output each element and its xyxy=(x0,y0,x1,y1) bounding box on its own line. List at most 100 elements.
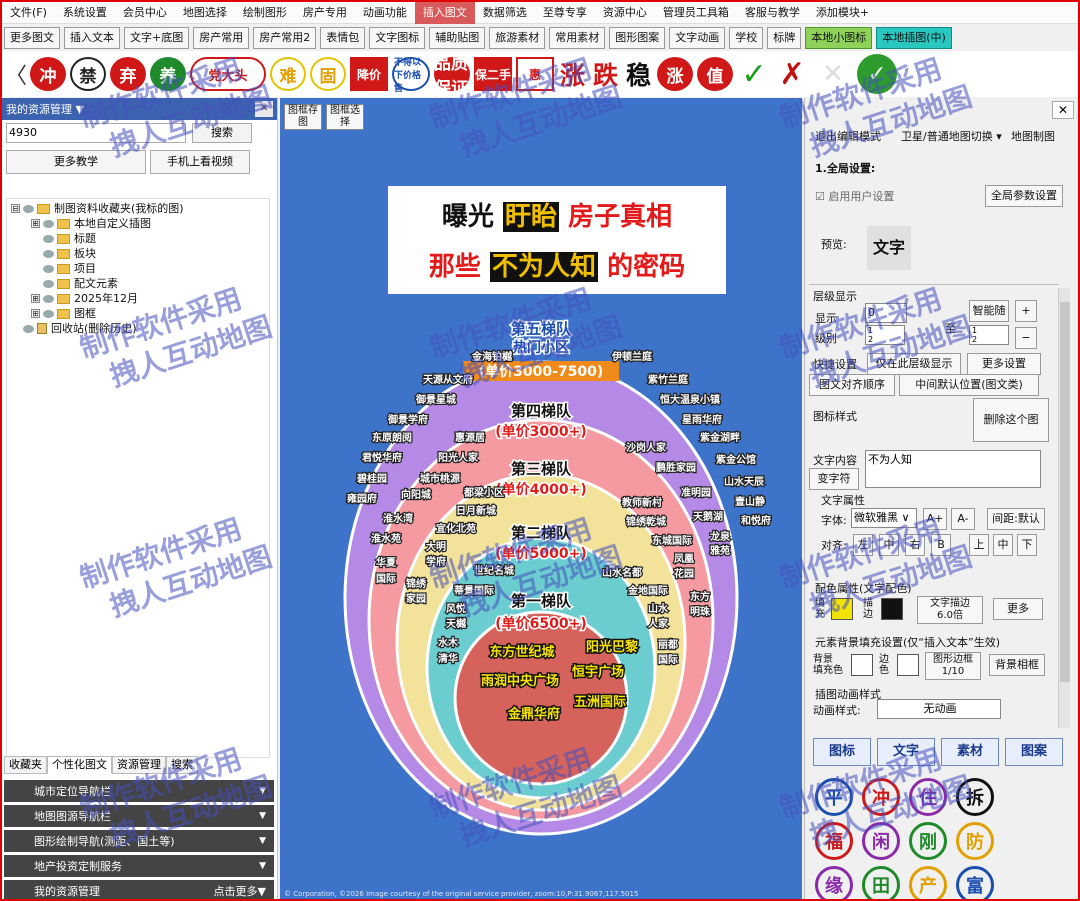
map-draw-link[interactable]: 地图制图 xyxy=(1011,128,1055,144)
community-label[interactable]: 大明 xyxy=(425,539,448,555)
community-label[interactable]: 御景学府 xyxy=(386,412,430,428)
nav-section[interactable]: 地图图源导航栏 ▼ xyxy=(4,805,274,827)
menu-item[interactable]: 插入图文 xyxy=(414,2,475,24)
insert-tab[interactable]: 标牌 xyxy=(767,27,802,49)
back-arrow-icon[interactable]: 〈 xyxy=(2,58,30,90)
visibility-eye-icon[interactable] xyxy=(43,264,54,273)
enable-user-settings-checkbox[interactable]: ☑ 启用用户设置 xyxy=(815,188,894,204)
tree-node[interactable]: 标题 xyxy=(11,231,265,246)
community-label[interactable]: 东城国际 xyxy=(651,533,694,549)
community-label[interactable]: 紫金公馆 xyxy=(715,452,758,468)
library-tab[interactable]: 图标 xyxy=(813,738,871,766)
insert-tab[interactable]: 插入文本 xyxy=(64,27,120,49)
align-left-button[interactable]: 左 xyxy=(853,534,873,556)
stamp-icon[interactable]: 值 xyxy=(697,57,734,91)
anim-select[interactable]: 无动画 xyxy=(877,699,1001,719)
core-community-label[interactable]: 雨润中央广场 xyxy=(479,672,560,691)
more-settings-button[interactable]: 更多设置 xyxy=(967,353,1041,375)
community-label[interactable]: 国际 xyxy=(375,572,398,587)
core-community-label[interactable]: 阳光巴黎 xyxy=(584,638,639,657)
stamp-icon[interactable]: 平 xyxy=(815,778,853,816)
community-label[interactable]: 金地国际 xyxy=(626,583,670,599)
level-to-spinner[interactable]: 1 2 xyxy=(969,325,1009,345)
core-community-label[interactable]: 五洲国际 xyxy=(572,694,627,712)
tree-node[interactable]: ⊞ 2025年12月 xyxy=(11,291,265,306)
insert-tab[interactable]: 旅游素材 xyxy=(489,27,546,49)
stamp-icon[interactable]: 稳 xyxy=(624,57,653,91)
smart-follow-button[interactable]: 智能随 xyxy=(969,300,1009,322)
community-label[interactable]: 准明园 xyxy=(680,485,713,501)
library-tab[interactable]: 图案 xyxy=(1005,738,1063,766)
community-label[interactable]: 东原朗阅 xyxy=(371,430,414,446)
stamp-icon[interactable]: 惠 xyxy=(516,57,554,91)
align-right-button[interactable]: 右 xyxy=(905,534,925,556)
level-from-input[interactable]: 0 xyxy=(865,303,907,323)
community-label[interactable]: 城市桃源 xyxy=(419,471,462,487)
align-order-button[interactable]: 图文对齐顺序 xyxy=(809,374,895,396)
stamp-icon[interactable]: 富 xyxy=(956,866,994,899)
community-label[interactable]: 锦绣 xyxy=(405,576,429,592)
search-button[interactable]: 搜索 xyxy=(192,123,252,143)
community-label[interactable]: 学府 xyxy=(425,554,448,570)
tree-node[interactable]: 配文元素 xyxy=(11,276,265,291)
community-label[interactable]: 风悦 xyxy=(445,601,468,617)
stamp-icon[interactable]: 固 xyxy=(310,57,346,91)
close-icon[interactable]: ✕ xyxy=(1052,101,1074,119)
insert-tab[interactable]: 文字图标 xyxy=(369,27,426,49)
stamp-icon[interactable]: 禁 xyxy=(70,57,106,91)
more-colors-button[interactable]: 更多 xyxy=(993,598,1043,620)
spacing-button[interactable]: 间距:默认 xyxy=(987,508,1045,530)
stamp-icon[interactable]: 品质保证 xyxy=(434,54,470,99)
stamp-icon[interactable]: 养 xyxy=(150,57,186,91)
expand-toggle-icon[interactable]: ⊞ xyxy=(31,309,40,318)
chevron-down-icon[interactable]: ▼ xyxy=(259,861,266,871)
community-label[interactable]: 雅苑 xyxy=(709,543,732,559)
community-label[interactable]: 壹山静 xyxy=(734,494,767,510)
visibility-eye-icon[interactable] xyxy=(23,204,34,213)
community-label[interactable]: 山水名都 xyxy=(601,565,644,581)
menu-item[interactable]: 系统设置 xyxy=(55,2,115,24)
more-tutorial-button[interactable]: 更多教学 xyxy=(6,150,146,174)
community-label[interactable]: 日月新城 xyxy=(455,503,498,519)
menu-item[interactable]: 地图选择 xyxy=(175,2,235,24)
stamp-icon[interactable]: 田 xyxy=(862,866,900,899)
stamp-icon[interactable]: 产 xyxy=(909,866,947,899)
stamp-icon[interactable]: 缘 xyxy=(815,866,853,899)
mobile-video-button[interactable]: 手机上看视频 xyxy=(150,150,250,174)
chevron-down-icon[interactable]: ▼ xyxy=(259,836,266,846)
stamp-icon[interactable]: 涨 xyxy=(558,57,587,91)
left-panel-tab[interactable]: 个性化图文 xyxy=(47,756,112,774)
shape-border-button[interactable]: 图形边框 1/10 xyxy=(925,652,981,680)
community-label[interactable]: 教师新村 xyxy=(620,495,664,511)
visibility-eye-icon[interactable] xyxy=(43,279,54,288)
community-label[interactable]: 伊顿兰庭 xyxy=(610,349,654,365)
community-label[interactable]: 水木 xyxy=(436,635,461,651)
community-label[interactable]: 紫竹兰庭 xyxy=(647,372,690,388)
visibility-eye-icon[interactable] xyxy=(43,294,54,303)
level-from-spinner[interactable]: 1 2 xyxy=(865,325,905,345)
visibility-eye-icon[interactable] xyxy=(43,309,54,318)
core-community-label[interactable]: 东方世纪城 xyxy=(488,643,556,662)
community-label[interactable]: 和悦府 xyxy=(739,513,773,529)
insert-tab[interactable]: 文字+底图 xyxy=(124,27,190,49)
menu-item[interactable]: 动画功能 xyxy=(355,2,415,24)
font-select[interactable]: 微软雅黑 ∨ xyxy=(851,508,917,528)
menu-item[interactable]: 添加模块+ xyxy=(808,2,877,24)
menu-item[interactable]: 管理员工具箱 xyxy=(655,2,737,24)
community-label[interactable]: 锦绣乾城 xyxy=(625,514,668,530)
tree-node[interactable]: ⊞ 本地自定义插图 xyxy=(11,216,265,231)
community-label[interactable]: 明珠 xyxy=(689,604,713,620)
bg-fill-swatch[interactable] xyxy=(851,654,873,676)
menu-item[interactable]: 数据筛选 xyxy=(475,2,535,24)
current-level-only-button[interactable]: 仅在此层级显示 xyxy=(867,353,961,375)
insert-tab[interactable]: 房产常用2 xyxy=(253,27,317,49)
core-community-label[interactable]: 恒宇广场 xyxy=(570,663,625,682)
community-label[interactable]: 家园 xyxy=(405,591,428,607)
stamp-icon[interactable]: 冲 xyxy=(30,57,66,91)
community-label[interactable]: 华夏 xyxy=(375,555,399,571)
community-label[interactable]: 蒂景国际 xyxy=(453,583,496,599)
stamp-icon[interactable]: 闲 xyxy=(862,822,900,860)
tree-node[interactable]: 回收站(删除历史) xyxy=(11,321,265,336)
delete-icon-button[interactable]: 删除这个图 xyxy=(973,398,1049,442)
menu-item[interactable]: 客服与教学 xyxy=(737,2,808,24)
